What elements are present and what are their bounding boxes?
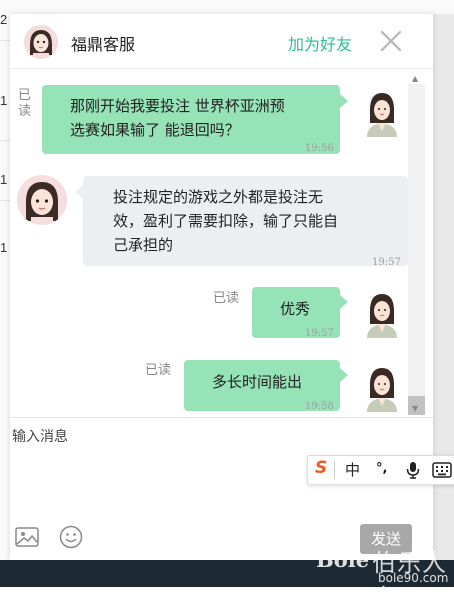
background-conversation-list: 2 1 1 1 [0, 0, 10, 560]
message-bubble[interactable]: 那刚开始我要投注 世界杯亚洲预 选赛如果输了 能退回吗？ 19:56 [42, 85, 340, 154]
avatar[interactable] [24, 25, 58, 59]
message-list[interactable]: 已读 那刚开始我要投注 世界杯亚洲预 选赛如果输了 能退回吗？ 19:56 投注… [10, 69, 433, 417]
message-text: 那刚开始我要投注 世界杯亚洲预 [70, 97, 285, 115]
ime-mode-toggle[interactable]: 中 [345, 459, 360, 480]
list-count: 2 [0, 12, 8, 27]
message-time: 19:58 [305, 401, 334, 412]
message-bubble[interactable]: 多长时间能出 19:58 [184, 360, 340, 412]
add-friend-button[interactable]: 加为好友 [288, 31, 352, 55]
keyboard-icon[interactable] [432, 462, 452, 482]
list-count: 1 [0, 240, 8, 255]
message-text: 己承担的 [113, 236, 174, 254]
message-text: 多长时间能出 [212, 373, 303, 391]
message-time: 19:56 [305, 143, 334, 154]
watermark-logo: Bole [316, 547, 370, 572]
avatar[interactable] [362, 89, 402, 137]
message-text: 效，盈利了需要扣除，输了只能自 [113, 212, 339, 230]
message-bubble[interactable]: 优秀 19:57 [252, 287, 340, 339]
message-bubble[interactable]: 投注规定的游戏之外都是投注无 效，盈利了需要扣除，输了只能自 己承担的 19:5… [83, 176, 408, 268]
divider [0, 140, 10, 141]
message-text: 投注规定的游戏之外都是投注无 [113, 188, 324, 206]
message-time: 19:57 [305, 328, 334, 339]
scroll-down-icon[interactable]: ▼ [412, 404, 418, 413]
read-status: 已读 [18, 88, 32, 119]
message-input-area[interactable]: 输入消息 发送 [10, 417, 433, 561]
scrollbar[interactable] [408, 84, 425, 415]
message-text: 优秀 [280, 300, 311, 318]
chat-header: 福鼎客服 加为好友 [10, 14, 433, 69]
avatar[interactable] [362, 290, 402, 338]
message-text: 选赛如果输了 能退回吗？ [70, 121, 240, 139]
emoji-icon[interactable] [59, 525, 83, 549]
scroll-up-icon[interactable]: ▲ [412, 74, 418, 83]
bubble-tail [340, 94, 348, 108]
list-count: 1 [0, 93, 8, 108]
background-top-bar [10, 0, 454, 15]
divider [0, 200, 10, 201]
image-icon[interactable] [15, 526, 39, 548]
list-count: 1 [0, 172, 8, 187]
divider [0, 40, 10, 41]
ime-toolbar[interactable]: S 中 °, [307, 455, 454, 485]
read-status: 已读 [213, 291, 240, 306]
ime-punctuation-toggle[interactable]: °, [376, 461, 387, 476]
message-time: 19:57 [372, 257, 401, 268]
avatar[interactable] [362, 364, 402, 412]
bubble-tail [75, 185, 83, 199]
contact-name: 福鼎客服 [71, 35, 136, 54]
watermark-url: bole90.com [378, 571, 449, 585]
watermark: Bole 伯乐人家 bole90.com [312, 541, 454, 612]
close-icon[interactable] [378, 28, 404, 54]
microphone-icon[interactable] [406, 461, 420, 483]
read-status: 已读 [145, 363, 172, 378]
message-input[interactable]: 输入消息 [12, 426, 68, 446]
bubble-tail [340, 368, 348, 382]
bubble-tail [340, 295, 348, 309]
avatar[interactable] [17, 175, 67, 225]
ime-logo-icon[interactable]: S [315, 458, 327, 478]
divider [334, 461, 335, 479]
